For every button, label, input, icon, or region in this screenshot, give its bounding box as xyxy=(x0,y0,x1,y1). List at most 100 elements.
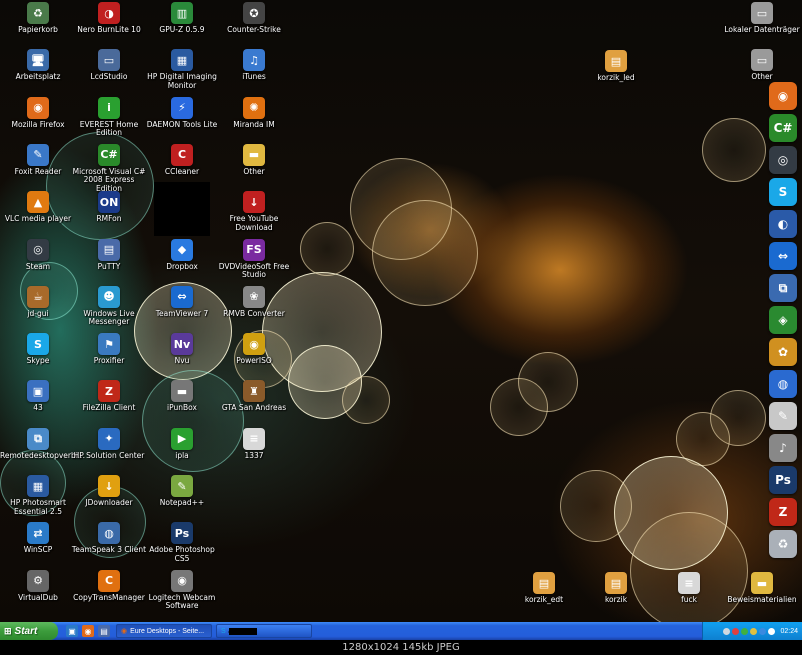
desktop-icon-proxifier[interactable]: ⚑ Proxifier xyxy=(71,333,147,366)
desktop-icon-ccleaner[interactable]: C CCleaner xyxy=(144,143,220,177)
dock-photoshop-icon[interactable]: Ps xyxy=(769,466,797,494)
desktop-icon-firefox[interactable]: ◉ Mozilla Firefox xyxy=(0,96,76,130)
dock-firefox-icon[interactable]: ◉ xyxy=(769,82,797,110)
volume-tray-icon[interactable] xyxy=(768,627,776,635)
desktop-icon-image-file[interactable]: ▤ korzik xyxy=(578,572,654,605)
start-button[interactable]: ⊞ Start xyxy=(0,622,58,640)
desktop-icon-recycle-bin[interactable]: ♻ Papierkorb xyxy=(0,2,76,35)
desktop-icon-rmfon[interactable]: ON RMFon xyxy=(71,191,147,224)
firefox-icon: ◉ xyxy=(27,96,49,119)
ipla-icon: ▶ xyxy=(171,427,193,450)
desktop-icon-label: Remotedesktopverbi... xyxy=(0,450,85,460)
desktop-icon-foxit-reader[interactable]: ✎ Foxit Reader xyxy=(0,143,76,177)
desktop-icon-counter-strike[interactable]: ✪ Counter-Strike xyxy=(216,2,292,35)
desktop-icon-jdownloader[interactable]: ↓ JDownloader xyxy=(71,475,147,508)
bluetooth-tray-icon[interactable] xyxy=(759,627,767,635)
desktop-icon-folder[interactable]: ▬ Other xyxy=(216,143,292,177)
desktop-icon-putty[interactable]: ▤ PuTTY xyxy=(71,238,147,272)
dock-miranda-icon[interactable]: ◐ xyxy=(769,210,797,238)
taskbar-button-skype[interactable]: S ▬▬▬▬ xyxy=(216,624,312,638)
desktop-icon-label: Nero BurnLite 10 xyxy=(77,25,141,34)
bokeh-bubble xyxy=(560,470,632,542)
desktop-icon-label: RMVB Converter xyxy=(223,308,285,318)
desktop-icon-poweriso[interactable]: ◉ PowerISO xyxy=(216,333,292,366)
desktop-icon-label: fuck xyxy=(681,595,697,604)
desktop-icon-dropbox[interactable]: ◆ Dropbox xyxy=(144,238,220,272)
desktop-icon-virtualdub[interactable]: ⚙ VirtualDub xyxy=(0,569,76,603)
desktop-icon-ipunbox[interactable]: ▬ iPunBox xyxy=(144,380,220,413)
taskbar: ⊞ Start ▣ ◉ ▤ ◉ Eure Desktops - Seite...… xyxy=(0,622,802,640)
desktop-icon-nero[interactable]: ◑ Nero BurnLite 10 xyxy=(71,2,147,35)
filezilla-icon: Z xyxy=(98,380,120,403)
redacted-block xyxy=(154,182,210,236)
update-tray-icon[interactable] xyxy=(750,627,758,635)
dock-steam-icon[interactable]: ◎ xyxy=(769,146,797,174)
desktop-icon-image-file[interactable]: ▤ korzik_led xyxy=(578,50,654,83)
side-dock: ◉ C# ◎ S ◐ ⇔ ⧉ ◈ ✿ ◍ ✎ ♪ Ps Z ♻ xyxy=(765,82,801,562)
desktop-icon-drive[interactable]: ▭ Lokaler Datenträger xyxy=(724,2,800,35)
dock-speaker-icon[interactable]: ♪ xyxy=(769,434,797,462)
desktop-icon-steam[interactable]: ◎ Steam xyxy=(0,238,76,272)
dock-jdownloader-icon[interactable]: ◈ xyxy=(769,306,797,334)
desktop-icon-skype[interactable]: S Skype xyxy=(0,333,76,366)
desktop-icon-notepadpp[interactable]: ✎ Notepad++ xyxy=(144,475,220,508)
desktop-icon-nvu[interactable]: Nv Nvu xyxy=(144,333,220,366)
desktop-icon-ipla[interactable]: ▶ ipla xyxy=(144,427,220,461)
dock-network-icon[interactable]: ⧉ xyxy=(769,274,797,302)
desktop-icon-coffee-cup[interactable]: ☕ jd-gui xyxy=(0,285,76,319)
dock-filezilla-icon[interactable]: Z xyxy=(769,498,797,526)
dock-gift-icon[interactable]: ✿ xyxy=(769,338,797,366)
desktop-icon-folder-blue[interactable]: ▣ 43 xyxy=(0,380,76,413)
photoshop-icon: Ps xyxy=(171,522,193,545)
desktop-icon-computer[interactable]: 🖥 Arbeitsplatz xyxy=(0,49,76,82)
desktop-icon-text-file[interactable]: ≡ fuck xyxy=(651,572,727,605)
desktop-icon-copytrans[interactable]: C CopyTransManager xyxy=(71,569,147,603)
desktop-icon-everest[interactable]: i EVEREST Home Edition xyxy=(71,96,147,138)
desktop-icon-drive[interactable]: ▭ Other xyxy=(724,49,800,82)
desktop[interactable]: ♻ Papierkorb 🖥 Arbeitsplatz ◉ Mozilla Firefox… xyxy=(0,0,802,622)
desktop-icon-miranda[interactable]: ✺ Miranda IM xyxy=(216,96,292,130)
explorer-quicklaunch-icon[interactable]: ▤ xyxy=(98,625,110,637)
desktop-icon-hp-photosmart[interactable]: ▦ HP Photosmart Essential 2.5 xyxy=(0,475,76,516)
desktop-icon-image-file[interactable]: ▤ korzik_edt xyxy=(506,572,582,605)
desktop-icon-hp-imaging[interactable]: ▦ HP Digital Imaging Monitor xyxy=(144,49,220,90)
drive-icon: ▭ xyxy=(751,49,773,71)
jdownloader-icon: ↓ xyxy=(98,475,120,497)
desktop-icon-folder[interactable]: ▬ Beweismaterialien xyxy=(724,572,800,605)
desktop-icon-itunes[interactable]: ♫ iTunes xyxy=(216,49,292,82)
desktop-icon-webcam[interactable]: ◉ Logitech Webcam Software xyxy=(144,569,220,611)
desktop-icon-hp-solution[interactable]: ✦ HP Solution Center xyxy=(71,427,147,461)
desktop-icon-messenger[interactable]: ☻ Windows Live Messenger xyxy=(71,285,147,327)
dock-globe-icon[interactable]: ◍ xyxy=(769,370,797,398)
dock-skype-icon[interactable]: S xyxy=(769,178,797,206)
desktop-icon-photoshop[interactable]: Ps Adobe Photoshop CS5 xyxy=(144,522,220,563)
desktop-icon-label: Other xyxy=(243,166,265,176)
dock-recycle-bin-icon[interactable]: ♻ xyxy=(769,530,797,558)
desktop-icon-winscp[interactable]: ⇄ WinSCP xyxy=(0,522,76,555)
desktop-icon-lcd-studio[interactable]: ▭ LcdStudio xyxy=(71,49,147,82)
desktop-icon-rmvb-converter[interactable]: ❀ RMVB Converter xyxy=(216,285,292,319)
shield-tray-icon[interactable] xyxy=(741,627,749,635)
firefox-quicklaunch-icon[interactable]: ◉ xyxy=(82,625,94,637)
desktop-icon-remote-desktop[interactable]: ⧉ Remotedesktopverbi... xyxy=(0,427,85,461)
network-tray-icon[interactable] xyxy=(723,627,731,635)
desktop-icon-visual-csharp[interactable]: C# Microsoft Visual C# 2008 Express Editi… xyxy=(71,143,147,194)
desktop-icon-vlc[interactable]: ▲ VLC media player xyxy=(0,191,76,224)
desktop-icon-dvdvideosoft[interactable]: FS DVDVideoSoft Free Studio xyxy=(216,238,292,280)
desktop-icon-teamspeak[interactable]: ◍ TeamSpeak 3 Client xyxy=(71,522,147,555)
desktop-icon-gpu-z[interactable]: ▥ GPU-Z 0.5.9 xyxy=(144,2,220,35)
desktop-icon-teamviewer[interactable]: ⇔ TeamViewer 7 xyxy=(144,285,220,319)
show-desktop-icon[interactable]: ▣ xyxy=(66,625,78,637)
desktop-icon-label: Mozilla Firefox xyxy=(11,119,65,129)
taskbar-button-firefox[interactable]: ◉ Eure Desktops - Seite... xyxy=(116,624,212,638)
dock-visual-csharp-icon[interactable]: C# xyxy=(769,114,797,142)
alert-tray-icon[interactable] xyxy=(732,627,740,635)
desktop-icon-gta[interactable]: ♜ GTA San Andreas xyxy=(216,380,292,413)
desktop-icon-text-file[interactable]: ≡ 1337 xyxy=(216,427,292,461)
dock-teamviewer-icon[interactable]: ⇔ xyxy=(769,242,797,270)
desktop-icon-youtube-download[interactable]: ↓ Free YouTube Download xyxy=(216,191,292,232)
desktop-icon-filezilla[interactable]: Z FileZilla Client xyxy=(71,380,147,413)
desktop-icon-daemon-tools[interactable]: ⚡ DAEMON Tools Lite xyxy=(144,96,220,130)
desktop-icon-label: HP Digital Imaging Monitor xyxy=(147,72,217,90)
dock-notepad-icon[interactable]: ✎ xyxy=(769,402,797,430)
